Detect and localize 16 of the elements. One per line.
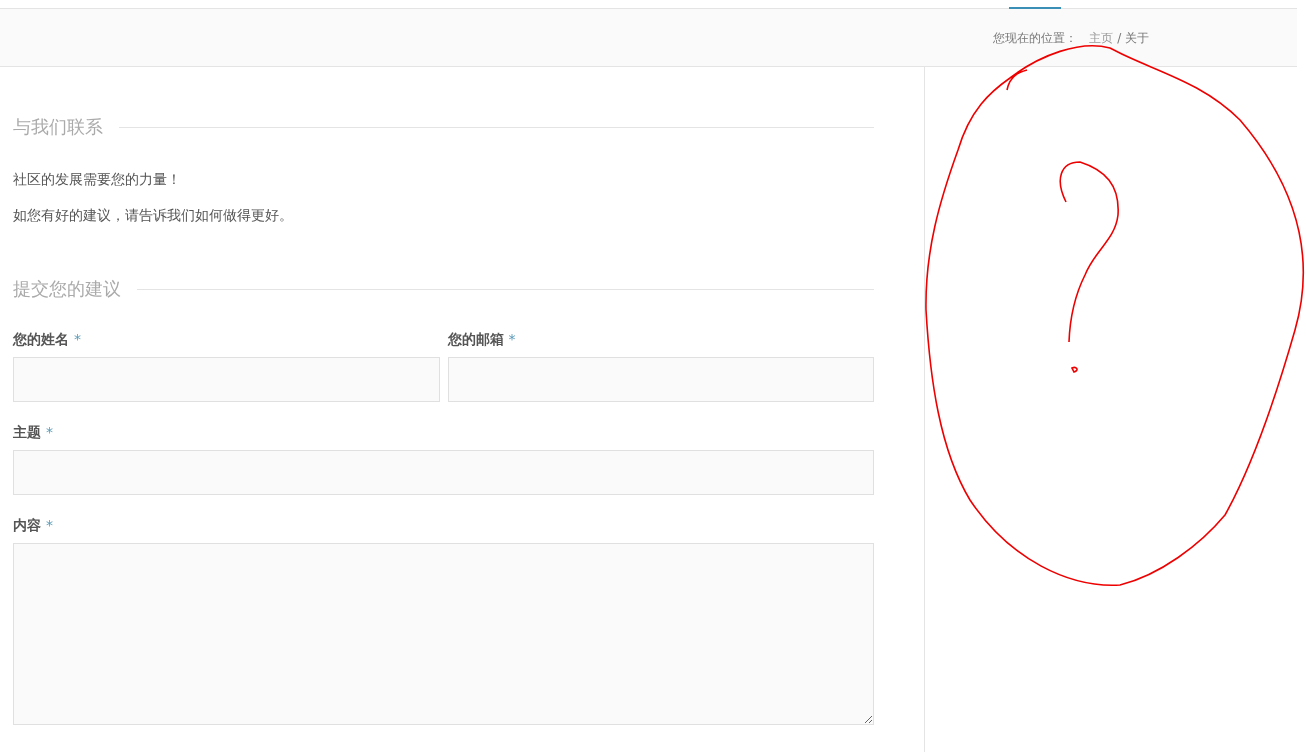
field-label: 您的姓名 * — [13, 331, 82, 349]
field-label: 您的邮箱 * — [447, 331, 517, 349]
paragraph: 社区的发展需要您的力量！ — [13, 170, 182, 189]
input-field[interactable] — [13, 450, 874, 495]
breadcrumb-current: / 关于 — [1117, 30, 1149, 47]
content-textarea[interactable] — [13, 543, 874, 725]
field-label: 主题 * — [13, 424, 54, 442]
section-heading: 提交您的建议 — [13, 277, 121, 301]
field-label: 内容 * — [13, 517, 54, 535]
breadcrumb-prefix: 您现在的位置： — [993, 30, 1078, 47]
input-field[interactable] — [447, 357, 874, 402]
input-field[interactable] — [13, 357, 440, 402]
breadcrumb-home-link[interactable]: 主页 — [1089, 30, 1114, 47]
active-tab-indicator — [1009, 7, 1061, 9]
section-heading: 与我们联系 — [13, 115, 103, 139]
paragraph: 如您有好的建议，请告诉我们如何做得更好。 — [13, 206, 294, 225]
